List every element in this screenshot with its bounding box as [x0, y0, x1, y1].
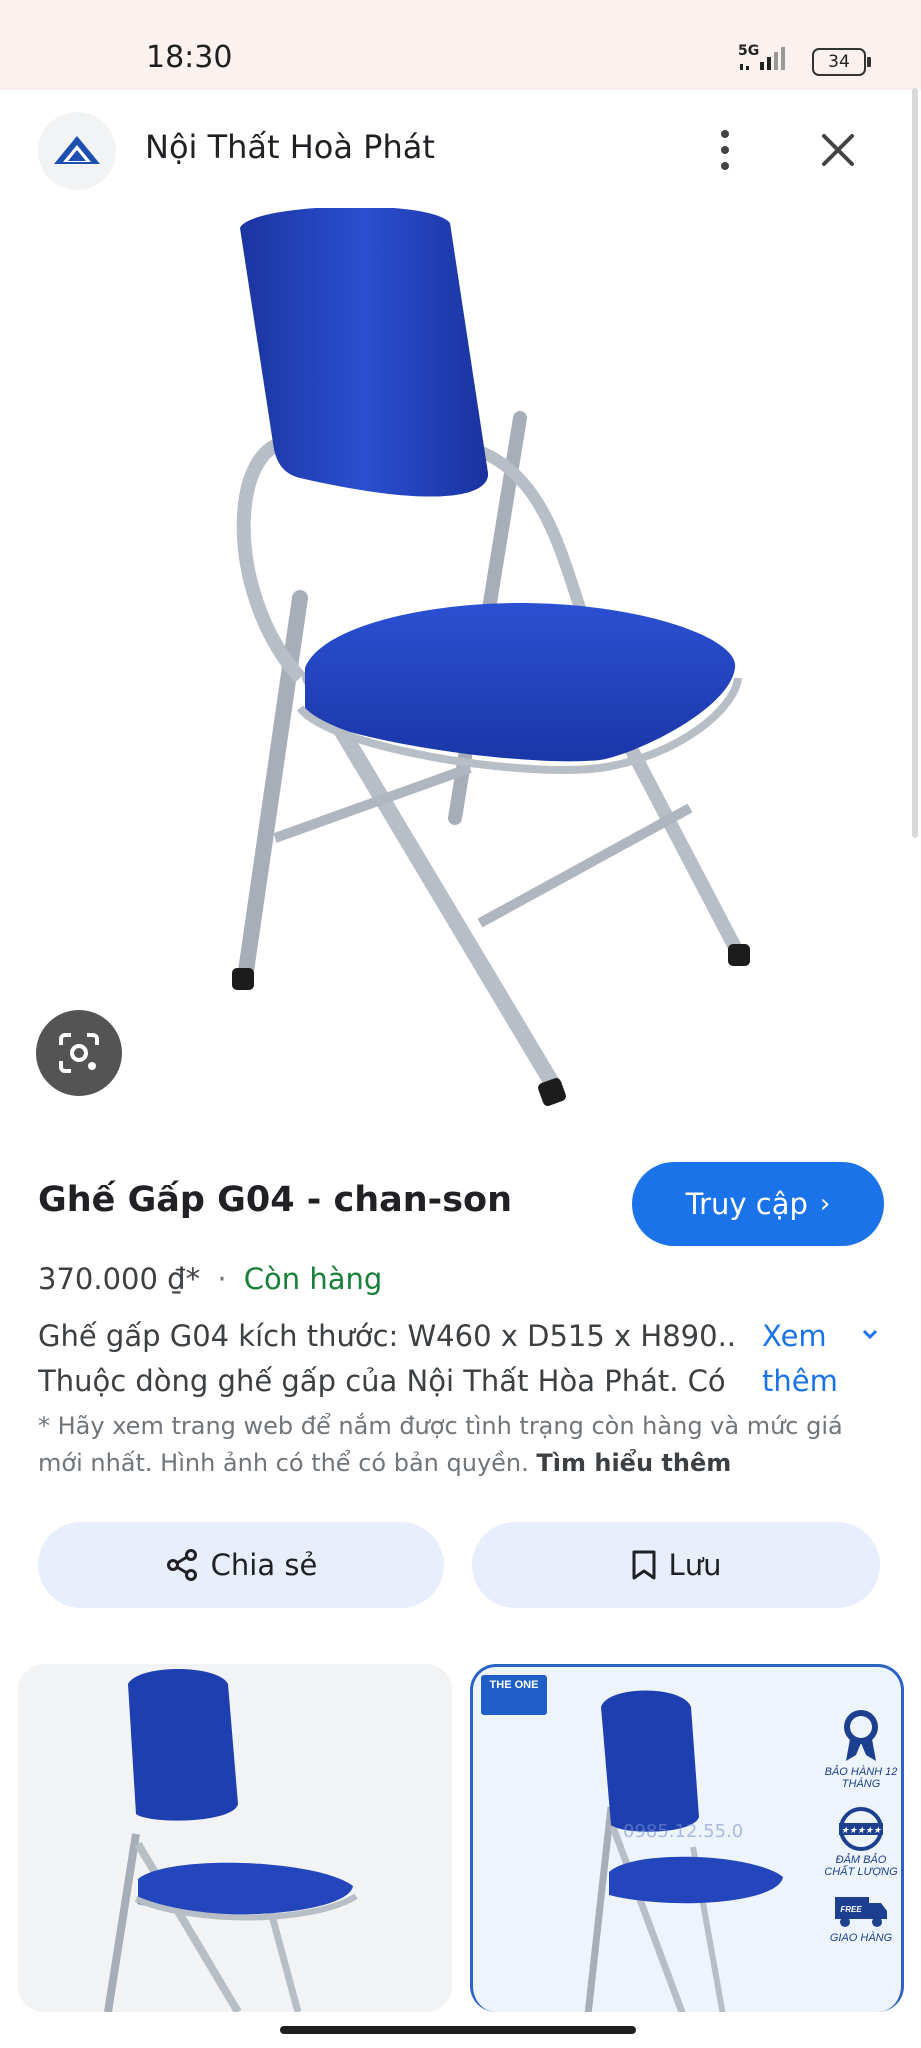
description-line: Ghế gấp G04 kích thước: W460 x D515 x H8… — [38, 1319, 738, 1353]
product-description: Ghế gấp G04 kích thước: W460 x D515 x H8… — [38, 1314, 738, 1404]
svg-text:★★★★★: ★★★★★ — [841, 1825, 882, 1835]
folding-chair-image — [232, 206, 750, 1106]
visit-button[interactable]: Truy cập › — [632, 1162, 884, 1246]
viewer-header — [0, 90, 921, 208]
product-title[interactable]: Ghế Gấp G04 - chan-son — [38, 1180, 512, 1220]
brand-tag: THE ONE — [481, 1675, 547, 1715]
related-image-2[interactable]: THE ONE 0985.12.55.0 BẢO HÀNH 12 THÁNG ★… — [470, 1664, 904, 2012]
save-button[interactable]: Lưu — [472, 1522, 880, 1608]
stars-icon: ★★★★★ — [839, 1807, 883, 1851]
show-more-link[interactable]: Xem thêm — [762, 1314, 838, 1404]
battery-icon: 34 — [812, 48, 871, 76]
lens-button[interactable] — [36, 1010, 122, 1096]
related-image-1[interactable] — [18, 1664, 452, 2012]
save-label: Lưu — [668, 1548, 722, 1582]
quality-badge: ★★★★★ ĐẢM BẢO CHẤT LƯỢNG — [821, 1807, 901, 1878]
availability: Còn hàng — [243, 1262, 383, 1296]
disclaimer: * Hãy xem trang web để nắm được tình trạ… — [38, 1408, 868, 1482]
delivery-badge: FREE GIAO HÀNG — [821, 1891, 901, 1944]
close-icon[interactable] — [816, 128, 860, 172]
share-label: Chia sẻ — [210, 1548, 318, 1582]
related-chair-image — [104, 1669, 358, 2012]
separator: · — [217, 1262, 227, 1296]
home-indicator[interactable] — [280, 2026, 636, 2034]
price-row: 370.000 ₫* · Còn hàng — [38, 1262, 382, 1296]
hoa-phat-logo-icon — [54, 136, 100, 164]
ribbon-icon — [844, 1710, 878, 1761]
main-product-image[interactable] — [0, 206, 921, 1118]
price: 370.000 ₫* — [38, 1262, 201, 1296]
brand-tag-label: THE ONE — [489, 1679, 539, 1691]
show-more-line2: thêm — [762, 1364, 838, 1398]
scroll-indicator — [912, 88, 918, 838]
svg-text:FREE: FREE — [840, 1905, 862, 1914]
chevron-down-icon[interactable] — [858, 1322, 882, 1346]
site-name[interactable]: Nội Thất Hoà Phát — [145, 128, 435, 166]
lens-icon — [59, 1033, 99, 1073]
warranty-label: BẢO HÀNH 12 THÁNG — [824, 1766, 898, 1790]
status-bar: 18:30 5G 34 — [0, 0, 921, 90]
learn-more-link[interactable]: Tìm hiểu thêm — [536, 1449, 731, 1477]
delivery-label: GIAO HÀNG — [829, 1932, 893, 1944]
quality-label: ĐẢM BẢO CHẤT LƯỢNG — [824, 1854, 898, 1878]
share-button[interactable]: Chia sẻ — [38, 1522, 444, 1608]
show-more-line1: Xem — [762, 1319, 827, 1353]
description-line: Thuộc dòng ghế gấp của Nội Thất Hòa Phát… — [38, 1364, 726, 1398]
truck-icon: FREE — [835, 1897, 887, 1927]
visit-button-label: Truy cập — [685, 1187, 808, 1221]
warranty-badge: BẢO HÀNH 12 THÁNG — [821, 1707, 901, 1790]
chevron-right-icon: › — [819, 1189, 831, 1219]
bookmark-icon — [632, 1550, 656, 1580]
more-options-button[interactable] — [702, 124, 748, 176]
status-time: 18:30 — [146, 40, 233, 75]
share-icon — [166, 1549, 197, 1581]
signal-icon: 5G — [738, 43, 785, 70]
site-logo[interactable] — [38, 112, 116, 190]
battery-level: 34 — [828, 52, 850, 72]
network-label: 5G — [738, 43, 759, 59]
watermark-text: 0985.12.55.0 — [623, 1821, 743, 1842]
